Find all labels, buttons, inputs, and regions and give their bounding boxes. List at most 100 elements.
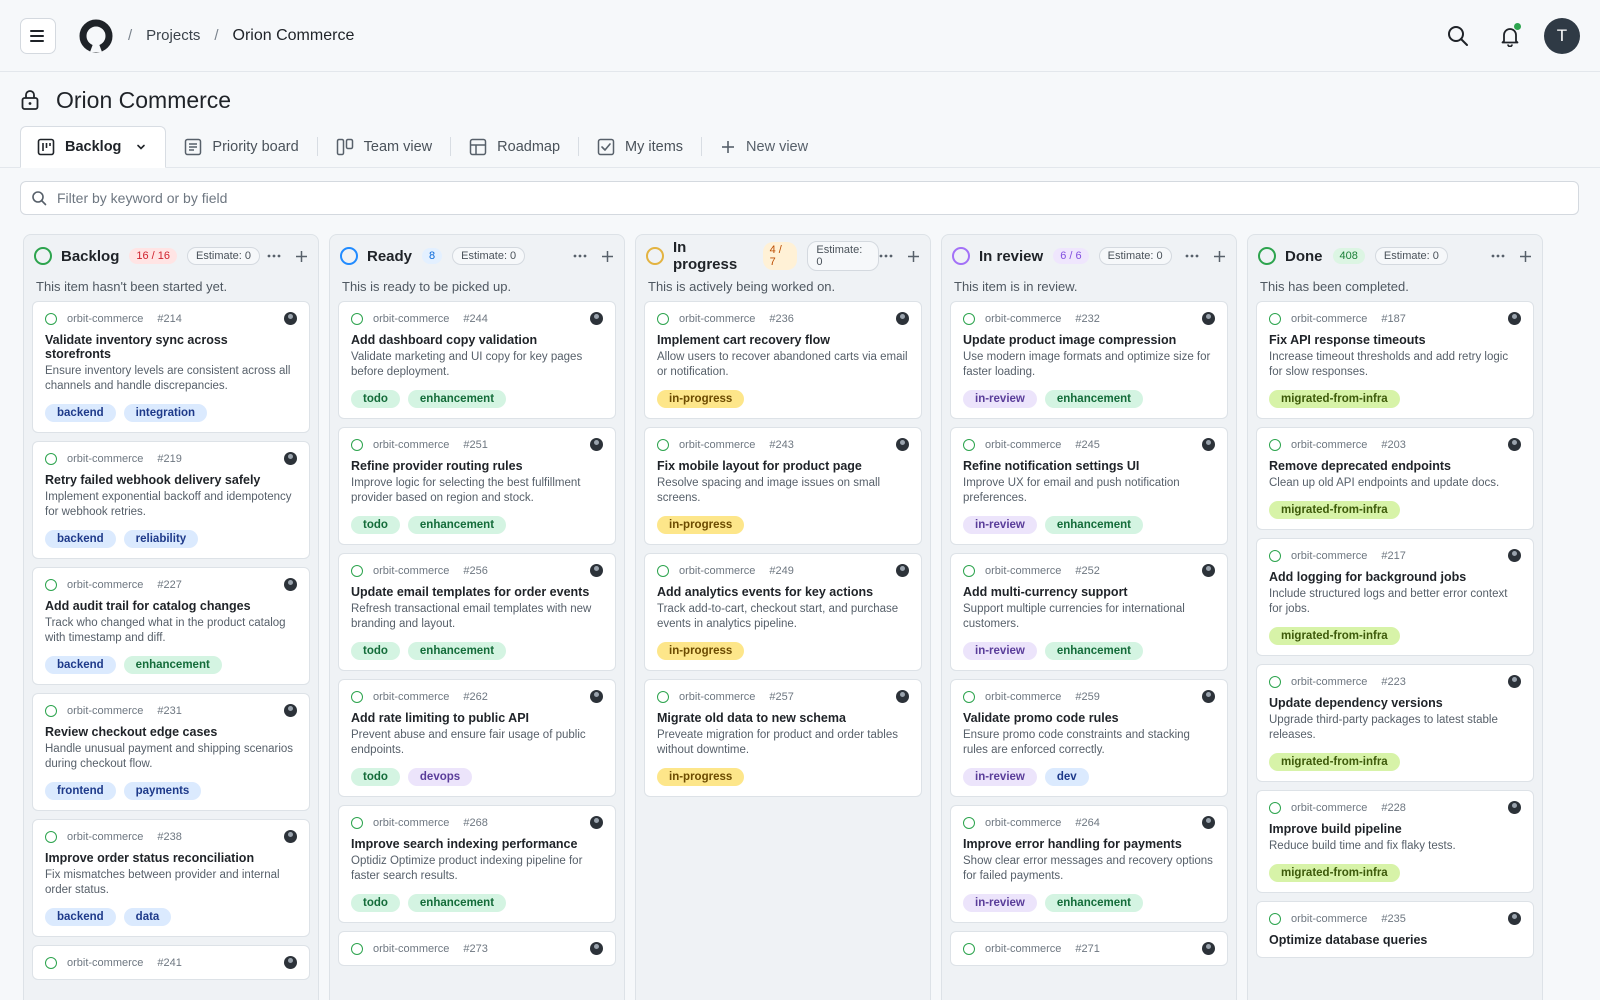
assignee-avatar[interactable] bbox=[896, 690, 909, 703]
issue-card[interactable]: orbit-commerce #203 Remove deprecated en… bbox=[1256, 427, 1534, 530]
assignee-avatar[interactable] bbox=[284, 578, 297, 591]
assignee-avatar[interactable] bbox=[590, 438, 603, 451]
label-badge[interactable]: todo bbox=[351, 768, 400, 786]
card-title[interactable]: Add logging for background jobs bbox=[1269, 570, 1521, 584]
label-badge[interactable]: in-review bbox=[963, 768, 1037, 786]
assignee-avatar[interactable] bbox=[590, 564, 603, 577]
assignee-avatar[interactable] bbox=[1202, 312, 1215, 325]
issue-card[interactable]: orbit-commerce #273 bbox=[338, 931, 616, 966]
label-badge[interactable]: todo bbox=[351, 642, 400, 660]
tab-backlog[interactable]: Backlog bbox=[20, 126, 167, 168]
card-title[interactable]: Implement cart recovery flow bbox=[657, 333, 909, 347]
label-badge[interactable]: enhancement bbox=[123, 656, 222, 674]
more-options-icon[interactable] bbox=[573, 254, 587, 258]
label-badge[interactable]: todo bbox=[351, 894, 400, 912]
label-badge[interactable]: backend bbox=[45, 530, 116, 548]
label-badge[interactable]: backend bbox=[45, 908, 116, 926]
label-badge[interactable]: in-progress bbox=[657, 516, 745, 534]
filter-input[interactable] bbox=[57, 190, 1457, 206]
assignee-avatar[interactable] bbox=[1508, 549, 1521, 562]
assignee-avatar[interactable] bbox=[284, 704, 297, 717]
issue-card[interactable]: orbit-commerce #251 Refine provider rout… bbox=[338, 427, 616, 545]
assignee-avatar[interactable] bbox=[1508, 675, 1521, 688]
issue-card[interactable]: orbit-commerce #264 Improve error handli… bbox=[950, 805, 1228, 923]
label-badge[interactable]: in-review bbox=[963, 390, 1037, 408]
label-badge[interactable]: enhancement bbox=[407, 894, 507, 912]
assignee-avatar[interactable] bbox=[590, 312, 603, 325]
card-title[interactable]: Fix mobile layout for product page bbox=[657, 459, 909, 473]
add-item-icon[interactable] bbox=[907, 250, 920, 263]
issue-card[interactable]: orbit-commerce #244 Add dashboard copy v… bbox=[338, 301, 616, 419]
issue-card[interactable]: orbit-commerce #232 Update product image… bbox=[950, 301, 1228, 419]
label-badge[interactable]: migrated-from-infra bbox=[1269, 501, 1400, 519]
label-badge[interactable]: integration bbox=[123, 404, 208, 422]
assignee-avatar[interactable] bbox=[590, 942, 603, 955]
issue-card[interactable]: orbit-commerce #187 Fix API response tim… bbox=[1256, 301, 1534, 419]
more-options-icon[interactable] bbox=[879, 254, 893, 258]
tab-my-items[interactable]: My items bbox=[579, 126, 701, 167]
card-title[interactable]: Update email templates for order events bbox=[351, 585, 603, 599]
assignee-avatar[interactable] bbox=[896, 438, 909, 451]
tab-team-view[interactable]: Team view bbox=[318, 126, 451, 167]
assignee-avatar[interactable] bbox=[284, 312, 297, 325]
label-badge[interactable]: in-progress bbox=[657, 390, 745, 408]
label-badge[interactable]: in-review bbox=[963, 642, 1037, 660]
assignee-avatar[interactable] bbox=[590, 816, 603, 829]
notifications-button[interactable] bbox=[1492, 18, 1528, 54]
label-badge[interactable]: backend bbox=[45, 404, 116, 422]
issue-card[interactable]: orbit-commerce #231 Review checkout edge… bbox=[32, 693, 310, 811]
issue-card[interactable]: orbit-commerce #238 Improve order status… bbox=[32, 819, 310, 937]
card-title[interactable]: Refine notification settings UI bbox=[963, 459, 1215, 473]
label-badge[interactable]: migrated-from-infra bbox=[1269, 864, 1400, 882]
issue-card[interactable]: orbit-commerce #219 Retry failed webhook… bbox=[32, 441, 310, 559]
label-badge[interactable]: in-review bbox=[963, 894, 1037, 912]
tab-roadmap[interactable]: Roadmap bbox=[451, 126, 578, 167]
assignee-avatar[interactable] bbox=[590, 690, 603, 703]
card-title[interactable]: Improve error handling for payments bbox=[963, 837, 1215, 851]
assignee-avatar[interactable] bbox=[1508, 312, 1521, 325]
issue-card[interactable]: orbit-commerce #259 Validate promo code … bbox=[950, 679, 1228, 797]
assignee-avatar[interactable] bbox=[1202, 690, 1215, 703]
label-badge[interactable]: in-progress bbox=[657, 642, 745, 660]
issue-card[interactable]: orbit-commerce #245 Refine notification … bbox=[950, 427, 1228, 545]
label-badge[interactable]: enhancement bbox=[1044, 390, 1143, 408]
assignee-avatar[interactable] bbox=[1508, 438, 1521, 451]
label-badge[interactable]: migrated-from-infra bbox=[1269, 390, 1400, 408]
user-avatar[interactable]: T bbox=[1544, 17, 1580, 54]
assignee-avatar[interactable] bbox=[1202, 564, 1215, 577]
card-title[interactable]: Fix API response timeouts bbox=[1269, 333, 1521, 347]
card-title[interactable]: Improve order status reconciliation bbox=[45, 851, 297, 865]
card-title[interactable]: Validate promo code rules bbox=[963, 711, 1215, 725]
label-badge[interactable]: frontend bbox=[45, 782, 116, 800]
card-title[interactable]: Validate inventory sync across storefron… bbox=[45, 333, 297, 361]
card-title[interactable]: Refine provider routing rules bbox=[351, 459, 603, 473]
more-options-icon[interactable] bbox=[1185, 254, 1199, 258]
label-badge[interactable]: reliability bbox=[123, 530, 199, 548]
issue-card[interactable]: orbit-commerce #271 bbox=[950, 931, 1228, 966]
add-item-icon[interactable] bbox=[1519, 250, 1532, 263]
breadcrumb-current[interactable]: Orion Commerce bbox=[233, 27, 355, 45]
issue-card[interactable]: orbit-commerce #241 bbox=[32, 945, 310, 980]
breadcrumb-projects[interactable]: Projects bbox=[146, 27, 200, 44]
label-badge[interactable]: in-progress bbox=[657, 768, 745, 786]
assignee-avatar[interactable] bbox=[1202, 816, 1215, 829]
card-title[interactable]: Improve build pipeline bbox=[1269, 822, 1521, 836]
add-item-icon[interactable] bbox=[1213, 250, 1226, 263]
label-badge[interactable]: enhancement bbox=[407, 390, 507, 408]
issue-card[interactable]: orbit-commerce #249 Add analytics events… bbox=[644, 553, 922, 671]
label-badge[interactable]: dev bbox=[1044, 768, 1089, 786]
issue-card[interactable]: orbit-commerce #223 Update dependency ve… bbox=[1256, 664, 1534, 782]
assignee-avatar[interactable] bbox=[284, 956, 297, 969]
add-item-icon[interactable] bbox=[601, 250, 614, 263]
issue-card[interactable]: orbit-commerce #227 Add audit trail for … bbox=[32, 567, 310, 685]
issue-card[interactable]: orbit-commerce #268 Improve search index… bbox=[338, 805, 616, 923]
issue-card[interactable]: orbit-commerce #217 Add logging for back… bbox=[1256, 538, 1534, 656]
label-badge[interactable]: enhancement bbox=[407, 516, 507, 534]
label-badge[interactable]: devops bbox=[407, 768, 473, 786]
issue-card[interactable]: orbit-commerce #257 Migrate old data to … bbox=[644, 679, 922, 797]
more-options-icon[interactable] bbox=[267, 254, 281, 258]
card-title[interactable]: Add dashboard copy validation bbox=[351, 333, 603, 347]
assignee-avatar[interactable] bbox=[896, 312, 909, 325]
issue-card[interactable]: orbit-commerce #236 Implement cart recov… bbox=[644, 301, 922, 419]
app-logo-icon[interactable] bbox=[78, 18, 114, 54]
